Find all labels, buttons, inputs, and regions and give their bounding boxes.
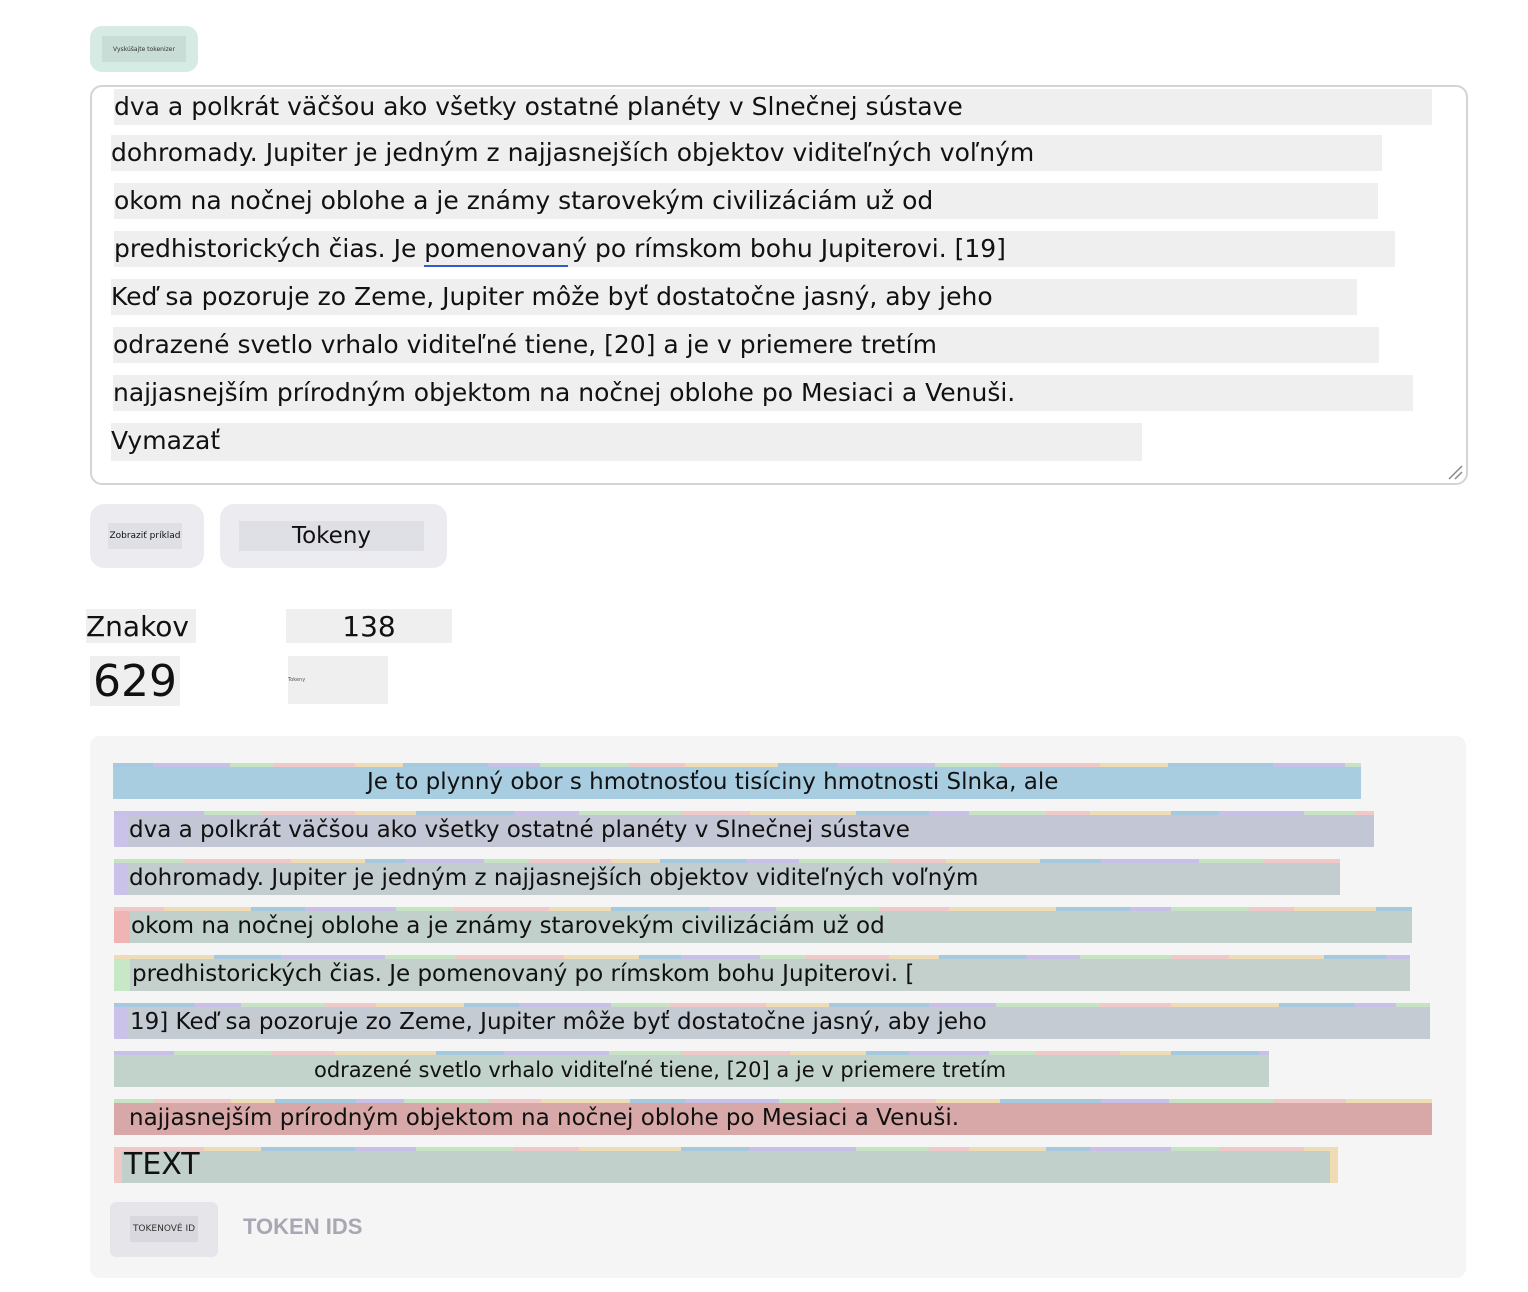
tokenizer-badge-label: Vyskúšajte tokenizer	[102, 36, 186, 62]
editor-line: najjasnejším prírodným objektom na nočne…	[113, 375, 1413, 411]
tokenizer-badge: Vyskúšajte tokenizer	[90, 26, 198, 72]
token-ids-button[interactable]: TOKENOVÉ ID	[110, 1202, 218, 1257]
token-line: predhistorických čias. Je pomenovaný po …	[114, 955, 1410, 991]
resize-handle-icon[interactable]	[1447, 464, 1463, 480]
token-line: dva a polkrát väčšou ako všetky ostatné …	[114, 811, 1374, 847]
show-example-label: Zobraziť príklad	[108, 523, 182, 549]
tokens-count: 138	[286, 609, 452, 643]
token-line: TEXT	[114, 1147, 1338, 1183]
tokens-label: Tokeny	[288, 656, 388, 704]
token-line: okom na nočnej oblohe a je známy starove…	[114, 907, 1412, 943]
token-ids-button-label: TOKENOVÉ ID	[130, 1216, 198, 1242]
chars-label: Znakov	[86, 609, 196, 643]
editor-line: dohromady. Jupiter je jedným z najjasnej…	[111, 135, 1382, 171]
tokenized-output-panel: Je to plynný obor s hmotnosťou tisíciny …	[90, 736, 1466, 1278]
show-example-button[interactable]: Zobraziť príklad	[90, 504, 204, 568]
editor-line: odrazené svetlo vrhalo viditeľné tiene, …	[113, 327, 1379, 363]
clear-link[interactable]: Vymazať	[111, 423, 1142, 461]
token-ids-label: TOKEN IDS	[243, 1214, 363, 1239]
editor-line: dva a polkrát väčšou ako všetky ostatné …	[114, 89, 1432, 125]
token-line: 19] Keď sa pozoruje zo Zeme, Jupiter môž…	[114, 1003, 1430, 1039]
chars-count: 629	[90, 656, 180, 707]
tokens-button[interactable]: Tokeny	[220, 504, 447, 568]
text-input-area[interactable]: dva a polkrát väčšou ako všetky ostatné …	[90, 85, 1468, 485]
token-line: najjasnejším prírodným objektom na nočne…	[114, 1099, 1432, 1135]
token-line: Je to plynný obor s hmotnosťou tisíciny …	[113, 763, 1361, 799]
editor-line: predhistorických čias. Je pomenovaný po …	[114, 231, 1395, 267]
selection-underline	[424, 265, 568, 267]
editor-line: Keď sa pozoruje zo Zeme, Jupiter môže by…	[111, 279, 1357, 315]
token-line: dohromady. Jupiter je jedným z najjasnej…	[114, 859, 1340, 895]
tokens-button-label: Tokeny	[239, 521, 424, 551]
token-line: odrazené svetlo vrhalo viditeľné tiene, …	[114, 1051, 1269, 1087]
editor-line: okom na nočnej oblohe a je známy starove…	[114, 183, 1378, 219]
